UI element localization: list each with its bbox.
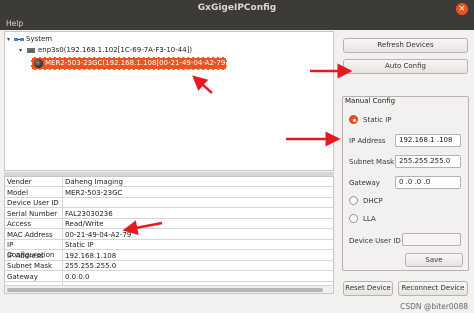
table-row: Serial Number FAL23030236 [5,209,333,219]
scrollbar-thumb[interactable] [7,288,323,292]
property-value: Static IP [65,241,94,249]
property-value: 192.168.1.108 [65,251,117,260]
adapter-icon [26,47,36,54]
device-tree: ▾ System ▾ enp3s0(192.168.1.102[1C-69-7A-F… [4,31,334,171]
table-row: Device User ID [5,198,333,209]
gateway-field[interactable]: 0 .0 .0 .0 [395,176,461,189]
static-ip-radio[interactable] [349,115,358,124]
property-value: 00-21-49-04-A2-79 [65,230,132,239]
subnet-mask-label: Subnet Mask [349,158,395,166]
property-value: 0.0.0.0 [65,272,90,281]
table-row: Model MER2-503-23GC [5,188,333,198]
property-key: MAC Address [7,230,53,239]
property-value: Read/Write [65,220,104,228]
property-key: Device User ID [7,199,59,207]
ip-address-field[interactable]: 192.168.1 .108 [395,134,461,147]
tree-node-system[interactable]: ▾ System [7,34,52,45]
property-value: MER2-503-23GC [65,188,123,197]
dhcp-radio[interactable] [349,196,358,205]
properties-table: Vender Daheng Imaging Model MER2-503-23GC … [4,176,334,294]
tree-node-device[interactable]: MER2-503-23GC(192.168.1.108[00-21-49-04-… [31,57,231,70]
watermark: CSDN @biter0088 [400,302,468,311]
property-value: Daheng Imaging [65,178,123,186]
chevron-down-icon[interactable]: ▾ [7,34,14,45]
property-key: Access [7,220,31,228]
menu-help[interactable]: Help [6,19,23,28]
network-icon [14,36,24,43]
auto-config-button[interactable]: Auto Config [343,59,468,74]
device-user-id-label: Device User ID [349,237,401,245]
chevron-down-icon[interactable]: ▾ [19,45,26,56]
static-ip-label: Static IP [363,116,392,124]
property-key: Serial Number [7,209,58,218]
reconnect-device-button[interactable]: Reconnect Device [398,281,468,296]
property-key: Model [7,188,29,197]
property-value: 255.255.255.0 [65,262,117,270]
title-bar: GxGigeIPConfig ✕ [0,0,474,18]
table-row: IP Configuration Static IP [5,240,333,259]
reset-device-button[interactable]: Reset Device [343,281,393,296]
table-row: MAC Address 00-21-49-04-A2-79 [5,230,333,240]
tree-node-adapter[interactable]: ▾ enp3s0(192.168.1.102[1C-69-7A-F3-10-44]… [19,45,192,56]
tree-node-adapter-label: enp3s0(192.168.1.102[1C-69-7A-F3-10-44]) [38,46,193,54]
tree-node-system-label: System [26,35,53,43]
manual-config-title: Manual Config [345,97,396,105]
refresh-devices-button[interactable]: Refresh Devices [343,38,468,53]
table-row: Subnet Mask 255.255.255.0 [5,261,333,272]
property-key: Vender [7,178,32,186]
menu-bar: Help [0,18,474,30]
lla-label: LLA [363,215,376,223]
table-row: Gateway 0.0.0.0 [5,272,333,282]
save-button[interactable]: Save [405,253,463,267]
subnet-mask-field[interactable]: 255.255.255.0 [395,155,461,168]
property-key: Gateway [7,272,38,281]
property-key: IP Address [7,251,44,260]
camera-icon [34,58,43,68]
gateway-label: Gateway [349,179,380,187]
table-row: IP Address 192.168.1.108 [5,251,333,261]
device-user-id-field[interactable] [402,233,461,246]
close-icon[interactable]: ✕ [456,3,468,15]
window-title: GxGigeIPConfig [197,3,277,13]
dhcp-label: DHCP [363,197,383,205]
ip-address-label: IP Address [349,137,386,145]
table-row: Access Read/Write [5,219,333,230]
table-row: Vender Daheng Imaging [5,177,333,188]
tree-node-device-label: MER2-503-23GC(192.168.1.108[00-21-49-04-… [45,59,231,67]
horizontal-scrollbar[interactable] [5,285,333,293]
property-value: FAL23030236 [65,209,113,218]
lla-radio[interactable] [349,214,358,223]
property-key: Subnet Mask [7,262,53,270]
